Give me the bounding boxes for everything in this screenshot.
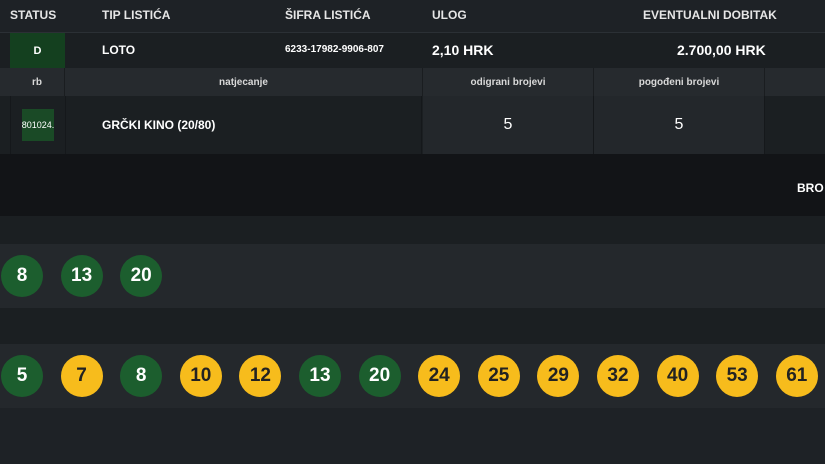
status-badge: D	[10, 33, 65, 68]
drawn-number-ball: 53	[716, 355, 759, 397]
played-number-ball: 8	[1, 255, 43, 297]
col-natjecanje: natjecanje	[65, 68, 423, 96]
col-odigrani: odigrani brojevi	[423, 68, 594, 96]
event-rb: 801024.	[22, 109, 54, 141]
event-hit-count: 5	[594, 96, 765, 154]
ticket-code: 6233-17982-9906-807	[285, 44, 384, 55]
event-row[interactable]: 801024. GRČKI KINO (20/80) 5 5	[0, 96, 825, 154]
drawn-number-ball: 29	[537, 355, 580, 397]
drawn-number-ball: 61	[775, 355, 818, 397]
header-tip: TIP LISTIĆA	[102, 8, 171, 22]
ticket-header-row: STATUS TIP LISTIĆA ŠIFRA LISTIĆA ULOG EV…	[0, 0, 825, 32]
ticket-potential-win: 2.700,00 HRK	[677, 42, 766, 58]
played-number-ball: 13	[60, 255, 103, 297]
drawn-number-ball-hit: 13	[299, 355, 341, 397]
col-pogodeni: pogođeni brojevi	[594, 68, 765, 96]
drawn-number-ball-hit: 8	[120, 355, 163, 397]
header-status: STATUS	[10, 8, 57, 22]
col-rb: rb	[10, 68, 65, 96]
event-played-count: 5	[423, 96, 594, 154]
drawn-number-ball: 25	[477, 355, 520, 397]
event-name: GRČKI KINO (20/80)	[65, 96, 422, 154]
header-sifra: ŠIFRA LISTIĆA	[285, 8, 371, 22]
drawn-title-band	[0, 308, 825, 344]
drawn-numbers-band: 5 7 8 10 12 13 20 24 25 29 32 40 53 61	[0, 344, 825, 408]
drawn-number-ball-hit: 20	[358, 355, 401, 397]
header-dobitak: EVENTUALNI DOBITAK	[643, 8, 777, 22]
drawn-number-ball: 10	[179, 355, 222, 397]
ticket-row[interactable]: D LOTO 6233-17982-9906-807 2,10 HRK 2.70…	[0, 32, 825, 69]
footer-band	[0, 408, 825, 464]
played-title-band	[0, 216, 825, 244]
drawn-number-ball: 7	[60, 355, 103, 397]
event-rb-cell: 801024.	[10, 96, 66, 154]
drawn-number-ball: 24	[418, 355, 461, 397]
header-ulog: ULOG	[432, 8, 467, 22]
played-number-ball: 20	[120, 255, 163, 297]
drawn-number-ball: 12	[239, 355, 282, 397]
summary-band: BRO	[0, 154, 825, 216]
ticket-stake: 2,10 HRK	[432, 42, 494, 58]
ticket-type: LOTO	[102, 43, 136, 57]
played-numbers-band: 8 13 20	[0, 244, 825, 308]
drawn-number-ball: 32	[597, 355, 639, 397]
drawn-number-ball: 40	[656, 355, 699, 397]
event-header-row: rb natjecanje odigrani brojevi pogođeni …	[0, 68, 825, 96]
drawn-number-ball-hit: 5	[1, 355, 43, 397]
summary-label: BRO	[797, 181, 824, 195]
